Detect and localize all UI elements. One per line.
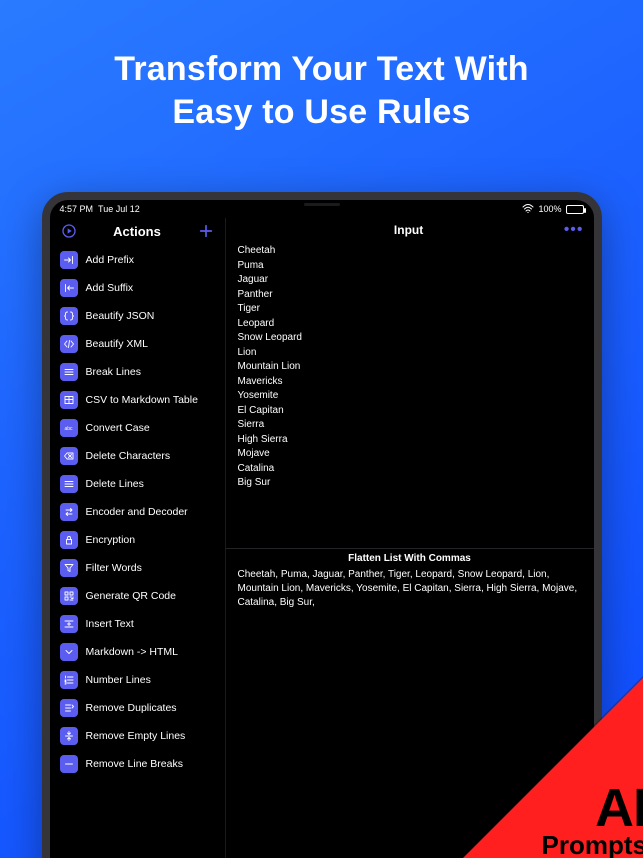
- action-item[interactable]: Delete Characters: [50, 442, 225, 470]
- action-item-label: Add Prefix: [86, 254, 134, 266]
- action-item-label: Generate QR Code: [86, 590, 176, 602]
- xml-tag-icon: [60, 335, 78, 353]
- main-panel: Input ••• Cheetah Puma Jaguar Panther Ti…: [226, 218, 594, 858]
- result-output: Cheetah, Puma, Jaguar, Panther, Tiger, L…: [226, 568, 594, 610]
- action-item-label: Add Suffix: [86, 282, 134, 294]
- action-item[interactable]: abc Convert Case: [50, 414, 225, 442]
- backspace-icon: [60, 447, 78, 465]
- action-item[interactable]: CSV to Markdown Table: [50, 386, 225, 414]
- action-item-label: Markdown -> HTML: [86, 646, 178, 658]
- status-time-date: 4:57 PM Tue Jul 12: [60, 204, 140, 214]
- result-title: Flatten List With Commas: [226, 548, 594, 568]
- table-icon: [60, 391, 78, 409]
- action-item[interactable]: Encryption: [50, 526, 225, 554]
- funnel-icon: [60, 559, 78, 577]
- action-item-label: Encryption: [86, 534, 136, 546]
- sidebar-title: Actions: [78, 224, 197, 239]
- action-item-label: Remove Empty Lines: [86, 730, 186, 742]
- action-item[interactable]: Add Prefix: [50, 246, 225, 274]
- lines-icon: [60, 475, 78, 493]
- action-item[interactable]: Number Lines: [50, 666, 225, 694]
- hero-line-1: Transform Your Text With: [0, 48, 643, 91]
- action-item[interactable]: Filter Words: [50, 554, 225, 582]
- hero-line-2: Easy to Use Rules: [0, 91, 643, 134]
- action-item-label: Beautify XML: [86, 338, 148, 350]
- action-item[interactable]: Generate QR Code: [50, 582, 225, 610]
- status-bar: 4:57 PM Tue Jul 12 100%: [50, 200, 594, 218]
- insert-icon: [60, 615, 78, 633]
- action-item[interactable]: Remove Line Breaks: [50, 750, 225, 778]
- actions-sidebar: Actions Add Prefix Add Suffix Beautify JSO…: [50, 218, 226, 858]
- action-item[interactable]: Delete Lines: [50, 470, 225, 498]
- action-item-label: CSV to Markdown Table: [86, 394, 198, 406]
- add-action-button[interactable]: [197, 222, 215, 240]
- action-item-label: Beautify JSON: [86, 310, 155, 322]
- abc-icon: abc: [60, 419, 78, 437]
- battery-percent: 100%: [538, 204, 561, 214]
- hero-heading: Transform Your Text With Easy to Use Rul…: [0, 0, 643, 133]
- action-item[interactable]: Break Lines: [50, 358, 225, 386]
- action-item[interactable]: Beautify JSON: [50, 302, 225, 330]
- action-item[interactable]: Remove Duplicates: [50, 694, 225, 722]
- ipad-frame: 4:57 PM Tue Jul 12 100% Actions Add Pref…: [42, 192, 602, 858]
- swap-icon: [60, 503, 78, 521]
- action-item[interactable]: Encoder and Decoder: [50, 498, 225, 526]
- arrow-right-end-icon: [60, 251, 78, 269]
- compress-v-icon: [60, 727, 78, 745]
- list-num-icon: [60, 671, 78, 689]
- action-item-label: Encoder and Decoder: [86, 506, 188, 518]
- action-item-label: Delete Lines: [86, 478, 144, 490]
- action-item[interactable]: Add Suffix: [50, 274, 225, 302]
- braces-icon: [60, 307, 78, 325]
- svg-text:abc: abc: [64, 426, 73, 432]
- dedup-icon: [60, 699, 78, 717]
- action-item[interactable]: Markdown -> HTML: [50, 638, 225, 666]
- action-item-label: Number Lines: [86, 674, 151, 686]
- action-item[interactable]: Beautify XML: [50, 330, 225, 358]
- battery-icon: [566, 205, 584, 214]
- action-item-label: Convert Case: [86, 422, 150, 434]
- action-item-label: Insert Text: [86, 618, 134, 630]
- lock-icon: [60, 531, 78, 549]
- action-item-label: Remove Duplicates: [86, 702, 177, 714]
- action-item-label: Filter Words: [86, 562, 142, 574]
- action-item-label: Delete Characters: [86, 450, 171, 462]
- action-item-label: Break Lines: [86, 366, 141, 378]
- chevron-down-icon: [60, 643, 78, 661]
- minus-icon: [60, 755, 78, 773]
- play-settings-button[interactable]: [60, 222, 78, 240]
- input-title: Input: [254, 223, 564, 237]
- wifi-icon: [522, 204, 534, 215]
- input-textarea[interactable]: Cheetah Puma Jaguar Panther Tiger Leopar…: [226, 242, 594, 548]
- arrow-left-end-icon: [60, 279, 78, 297]
- action-item-label: Remove Line Breaks: [86, 758, 183, 770]
- more-menu-button[interactable]: •••: [564, 222, 584, 238]
- lines-icon: [60, 363, 78, 381]
- action-item[interactable]: Remove Empty Lines: [50, 722, 225, 750]
- qr-icon: [60, 587, 78, 605]
- action-item[interactable]: Insert Text: [50, 610, 225, 638]
